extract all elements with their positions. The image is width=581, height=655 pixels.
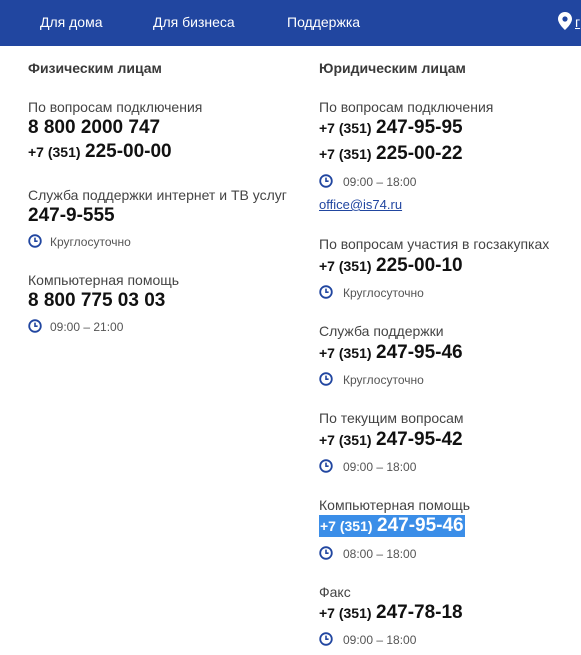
business-connection-hours: 09:00 – 18:00 — [343, 175, 417, 189]
business-support-label: Служба поддержки — [319, 323, 444, 339]
business-email-link[interactable]: office@is74.ru — [319, 197, 402, 212]
phone-number: 225-00-00 — [85, 141, 172, 162]
individuals-heading: Физическим лицам — [28, 60, 162, 76]
nav-city-link[interactable]: г — [575, 14, 580, 30]
business-computer-help-label: Компьютерная помощь — [319, 497, 471, 513]
business-connection-label: По вопросам подключения — [319, 99, 494, 115]
individuals-computer-help-label: Компьютерная помощь — [28, 272, 180, 288]
phone-number: 225-00-22 — [376, 143, 463, 164]
business-heading: Юридическим лицам — [319, 60, 466, 76]
phone-prefix: +7 (351) — [319, 605, 372, 621]
top-nav: Для дома Для бизнеса Поддержка г — [0, 0, 581, 46]
clock-icon — [28, 319, 42, 333]
clock-icon — [319, 632, 333, 646]
phone-prefix: +7 (351) — [28, 144, 81, 160]
business-tenders-label: По вопросам участия в госзакупках — [319, 236, 550, 252]
business-current-hours: 09:00 – 18:00 — [343, 460, 417, 474]
business-current-label: По текущим вопросам — [319, 410, 464, 426]
nav-support[interactable]: Поддержка — [287, 14, 360, 30]
business-connection-phone2[interactable]: +7 (351) 225-00-22 — [319, 143, 463, 165]
business-computer-help-phone-selected[interactable]: +7 (351) 247-95-46 — [319, 515, 465, 537]
phone-prefix: +7 (351) — [319, 146, 372, 162]
clock-icon — [319, 546, 333, 560]
business-tenders-phone[interactable]: +7 (351) 225-00-10 — [319, 255, 463, 277]
individuals-connection-phone[interactable]: 8 800 2000 747 — [28, 117, 160, 139]
phone-number: 225-00-10 — [376, 255, 463, 276]
phone-number: 247-95-95 — [376, 117, 463, 138]
business-support-phone[interactable]: +7 (351) 247-95-46 — [319, 342, 463, 364]
business-current-phone[interactable]: +7 (351) 247-95-42 — [319, 429, 463, 451]
individuals-connection-phone2[interactable]: +7 (351) 225-00-00 — [28, 141, 172, 163]
business-fax-hours: 09:00 – 18:00 — [343, 633, 417, 647]
nav-for-home[interactable]: Для дома — [40, 14, 103, 30]
individuals-support-phone[interactable]: 247-9-555 — [28, 205, 115, 227]
clock-icon — [28, 234, 42, 248]
business-fax-label: Факс — [319, 584, 351, 600]
phone-prefix: +7 (351) — [319, 258, 372, 274]
phone-prefix: +7 (351) — [319, 432, 372, 448]
nav-for-business[interactable]: Для бизнеса — [153, 14, 235, 30]
location-pin-icon[interactable] — [558, 12, 572, 30]
phone-number: 247-95-46 — [376, 342, 463, 363]
individuals-computer-help-hours: 09:00 – 21:00 — [50, 320, 124, 334]
business-fax-phone[interactable]: +7 (351) 247-78-18 — [319, 602, 463, 624]
individuals-connection-label: По вопросам подключения — [28, 99, 203, 115]
clock-icon — [319, 459, 333, 473]
individuals-computer-help-phone[interactable]: 8 800 775 03 03 — [28, 290, 165, 312]
business-support-hours: Круглосуточно — [343, 373, 424, 387]
business-connection-phone1[interactable]: +7 (351) 247-95-95 — [319, 117, 463, 139]
individuals-support-hours: Круглосуточно — [50, 235, 131, 249]
phone-number: 247-95-46 — [377, 515, 464, 536]
clock-icon — [319, 285, 333, 299]
individuals-support-label: Служба поддержки интернет и ТВ услуг — [28, 187, 287, 203]
business-computer-help-hours: 08:00 – 18:00 — [343, 547, 417, 561]
business-tenders-hours: Круглосуточно — [343, 286, 424, 300]
phone-prefix: +7 (351) — [319, 120, 372, 136]
phone-prefix: +7 (351) — [320, 518, 373, 534]
phone-number: 247-78-18 — [376, 602, 463, 623]
phone-number: 247-95-42 — [376, 429, 463, 450]
clock-icon — [319, 372, 333, 386]
clock-icon — [319, 174, 333, 188]
phone-prefix: +7 (351) — [319, 345, 372, 361]
